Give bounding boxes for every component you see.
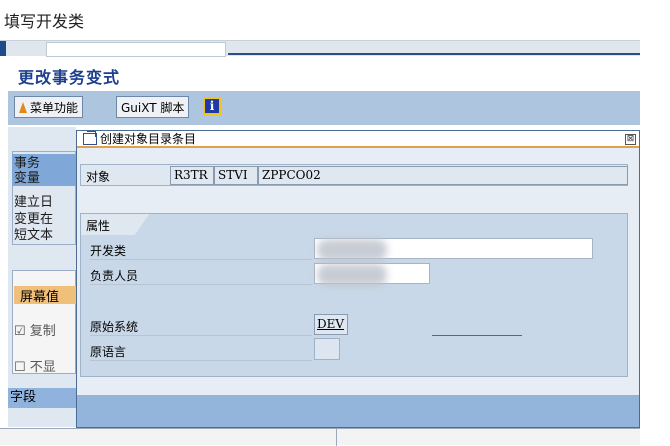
dialog-button-bar xyxy=(77,395,639,427)
transaction-title: 更改事务变式 xyxy=(18,68,121,87)
label-variant: 变量 xyxy=(14,171,41,186)
copy-checkbox-label: 复制 xyxy=(29,324,56,339)
table-column-divider xyxy=(336,429,337,446)
menu-function-label: 菜单功能 xyxy=(30,100,79,115)
dev-class-redacted xyxy=(317,239,387,261)
responsible-label: 负责人员 xyxy=(90,269,139,283)
info-icon-glyph: i xyxy=(209,99,215,113)
responsible-input[interactable] xyxy=(314,263,430,286)
command-field[interactable] xyxy=(46,42,226,57)
attributes-group-title: 属性 xyxy=(86,219,111,233)
hide-checkbox[interactable]: ☐ 不显 xyxy=(14,356,56,375)
hide-checkbox-label: 不显 xyxy=(29,360,56,375)
guixt-script-label: GuiXT 脚本 xyxy=(121,100,185,115)
orig-system-value: DEV xyxy=(314,314,348,335)
close-icon[interactable]: ⊠ xyxy=(625,134,636,145)
object-label: 对象 xyxy=(86,170,111,184)
application-toolbar xyxy=(8,91,640,125)
page-heading: 填写开发类 xyxy=(4,12,85,31)
label-short-text: 短文本 xyxy=(14,228,54,243)
orig-system-aux-line xyxy=(432,335,522,336)
dialog-titlebar: 创建对象目录条目 xyxy=(77,130,639,148)
copy-checkbox[interactable]: ☑ 复制 xyxy=(14,320,56,339)
cone-icon xyxy=(19,101,27,113)
label-transaction: 事务 xyxy=(14,156,41,171)
dev-class-input[interactable] xyxy=(314,238,593,261)
orig-lang-label: 原语言 xyxy=(90,345,127,359)
fields-tab[interactable]: 字段 xyxy=(8,388,76,408)
window-icon xyxy=(83,130,97,145)
guixt-script-button[interactable]: GuiXT 脚本 xyxy=(116,96,190,118)
dev-class-label: 开发类 xyxy=(90,244,127,258)
dev-class-underline xyxy=(90,259,312,260)
orig-lang-field xyxy=(314,338,340,360)
screen-values-tab[interactable]: 屏幕值 xyxy=(14,286,76,305)
info-icon[interactable]: i xyxy=(203,97,221,115)
object-name: ZPPCO02 xyxy=(258,166,628,185)
dialog-title: 创建对象目录条目 xyxy=(100,132,197,146)
command-bar-divider xyxy=(228,53,640,55)
bottom-table xyxy=(0,428,640,446)
command-bar-edge xyxy=(0,41,6,56)
orig-lang-underline xyxy=(90,360,312,361)
menu-function-button[interactable]: 菜单功能 xyxy=(14,96,84,118)
responsible-underline xyxy=(90,284,312,285)
orig-system-label: 原始系统 xyxy=(90,320,139,334)
label-changed-on: 变更在 xyxy=(14,212,54,227)
command-bar xyxy=(0,40,640,57)
label-created-on: 建立日 xyxy=(14,195,54,210)
responsible-redacted xyxy=(317,264,387,286)
object-type: STVI xyxy=(214,166,258,185)
orig-system-underline xyxy=(90,335,312,336)
object-pgmid: R3TR xyxy=(170,166,214,185)
